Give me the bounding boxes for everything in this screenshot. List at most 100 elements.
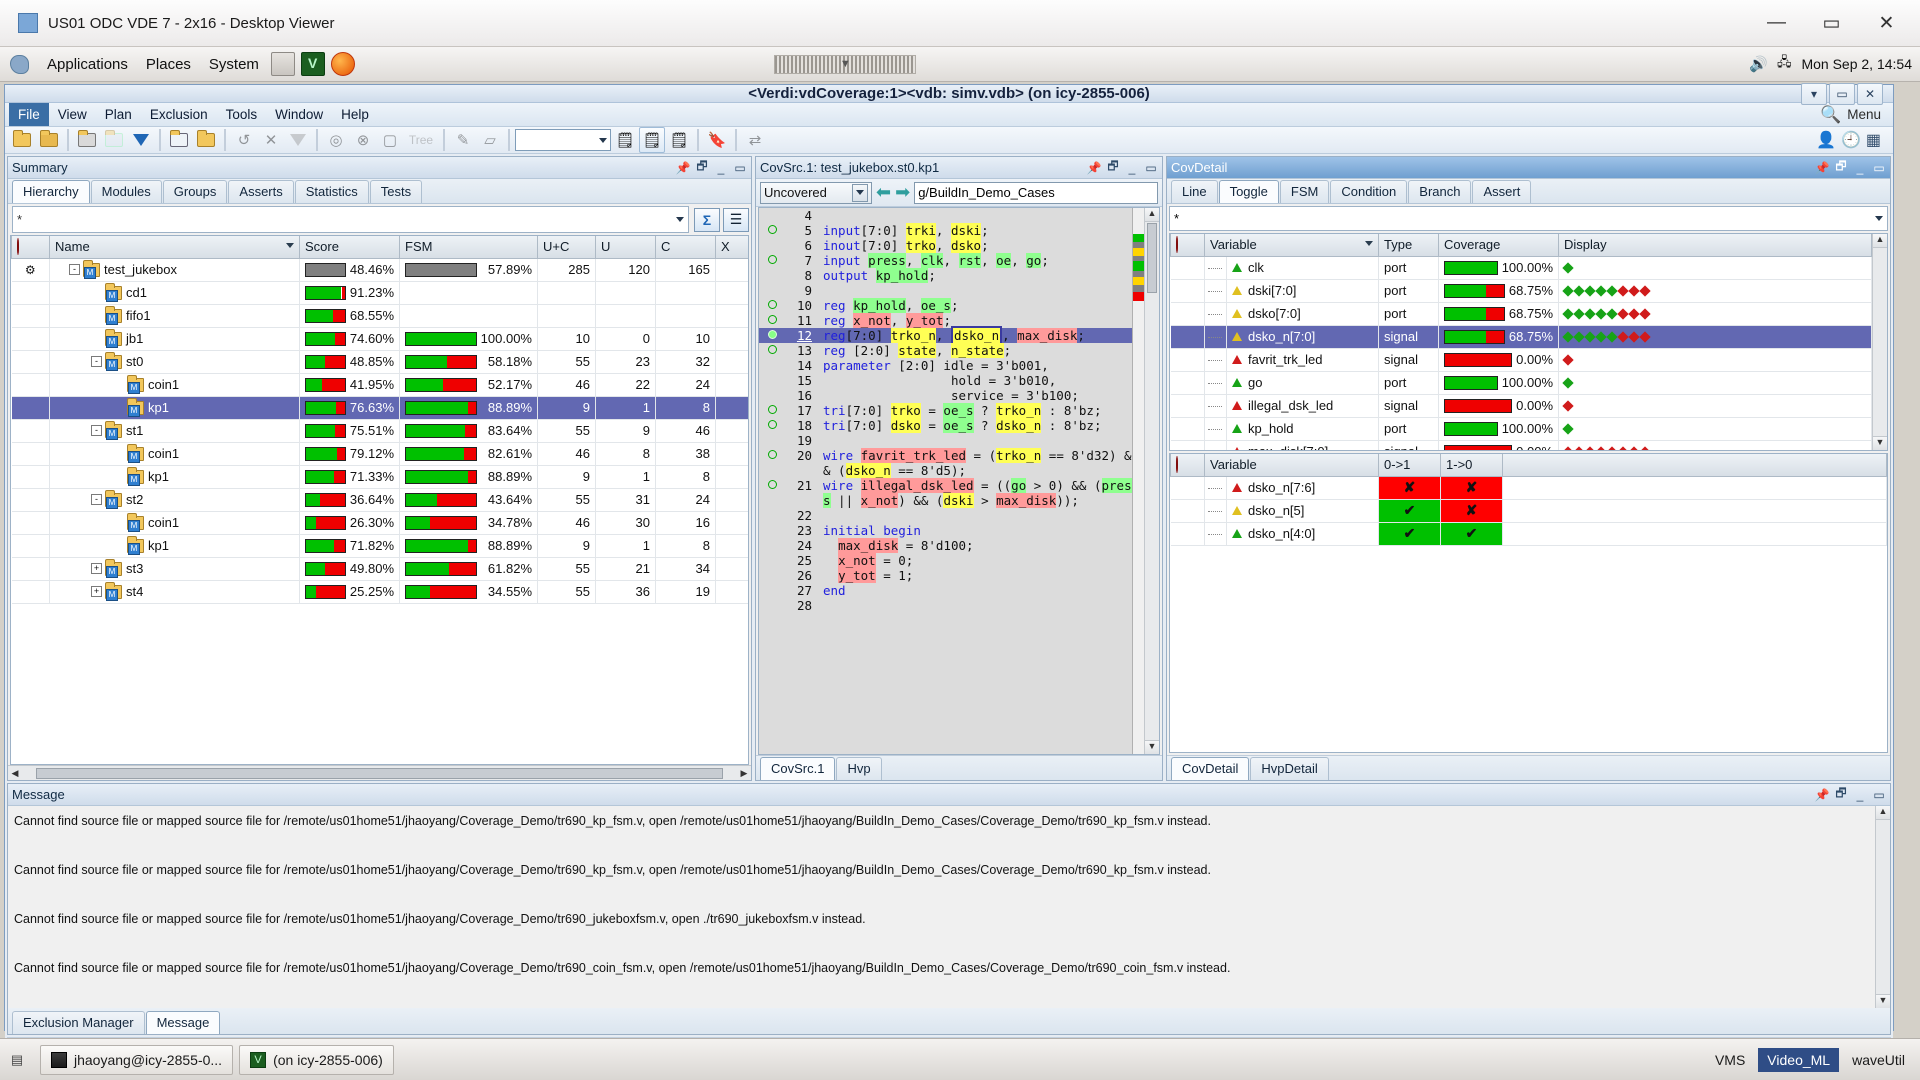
- add-report-icon[interactable]: 🗒: [639, 127, 665, 153]
- row-exclusion-cell[interactable]: [1170, 522, 1205, 546]
- coverage-marker-icon[interactable]: [767, 255, 777, 264]
- row-name-cell[interactable]: + st3: [49, 557, 300, 581]
- row-variable-cell[interactable]: max_disk[7:0]: [1226, 440, 1380, 450]
- cut-filter-icon[interactable]: [285, 127, 311, 153]
- table-row[interactable]: dsko_n[7:0] signal 68.75%: [1170, 325, 1872, 349]
- row-exclusion-cell[interactable]: [11, 373, 50, 397]
- tab-branch[interactable]: Branch: [1408, 180, 1472, 203]
- source-line[interactable]: 12 reg[7:0] trko_n, dsko_n, max_disk;: [759, 326, 1132, 345]
- line-coverage-indicator[interactable]: [759, 583, 785, 598]
- tree-expander-icon[interactable]: +: [91, 586, 102, 597]
- table-row[interactable]: - st0 48.85% 58.18% 552332: [11, 350, 748, 374]
- source-line[interactable]: 7 input press, clk, rst, oe, go;: [759, 253, 1132, 268]
- maximize-icon[interactable]: ▭: [1144, 161, 1158, 175]
- tab-assert[interactable]: Assert: [1472, 180, 1532, 203]
- tree-toggle-button[interactable]: ▢: [377, 127, 403, 153]
- summary-horizontal-scrollbar[interactable]: ◀ ▶: [8, 765, 751, 780]
- gear-icon[interactable]: ⚙: [25, 263, 36, 277]
- message-line[interactable]: Cannot find source file or mapped source…: [14, 812, 1869, 861]
- coverage-marker-icon[interactable]: [767, 300, 777, 309]
- col-fsm[interactable]: FSM: [399, 236, 538, 259]
- tab-tests[interactable]: Tests: [369, 180, 423, 203]
- tree-expander-icon[interactable]: -: [91, 356, 102, 367]
- transition-1-to-0-cell[interactable]: ✔: [1440, 522, 1504, 546]
- transition-1-to-0-cell[interactable]: ✘: [1440, 476, 1504, 500]
- message-line[interactable]: Cannot find source file or mapped source…: [14, 861, 1869, 910]
- menu-exclusion[interactable]: Exclusion: [141, 103, 217, 126]
- row-name-cell[interactable]: coin1: [49, 373, 300, 397]
- coverage-marker-icon[interactable]: [767, 480, 777, 489]
- row-name-cell[interactable]: - test_jukebox: [49, 258, 300, 282]
- menu-help[interactable]: Help: [332, 103, 378, 126]
- source-line[interactable]: 17 tri[7:0] trko = oe_s ? trko_n : 8'bz;: [759, 403, 1132, 418]
- source-line[interactable]: 4: [759, 208, 1132, 223]
- tab-hvp[interactable]: Hvp: [836, 757, 882, 780]
- coverage-marker-icon[interactable]: [767, 330, 777, 339]
- sync-icon[interactable]: ⇄: [742, 127, 768, 153]
- source-line[interactable]: 22: [759, 508, 1132, 523]
- table-row[interactable]: dsko_n[5] ✔ ✘: [1170, 499, 1887, 523]
- report-icon[interactable]: 🗒: [612, 127, 638, 153]
- table-row[interactable]: dsko[7:0] port 68.75%: [1170, 302, 1872, 326]
- message-list[interactable]: Cannot find source file or mapped source…: [8, 806, 1875, 1008]
- row-variable-cell[interactable]: dsko_n[7:0]: [1226, 325, 1380, 349]
- check-circle-icon[interactable]: ◎: [323, 127, 349, 153]
- col-one-to-zero[interactable]: 1->0: [1440, 454, 1504, 477]
- source-line[interactable]: 10 reg kp_hold, oe_s;: [759, 298, 1132, 313]
- source-code-area[interactable]: 4 5 input[7:0] trki, dski; 6 inout[7:0] trko…: [758, 207, 1160, 755]
- line-coverage-indicator[interactable]: [759, 238, 785, 253]
- scroll-down-icon[interactable]: ▼: [1873, 436, 1887, 450]
- gnome-menu-places[interactable]: Places: [137, 53, 200, 76]
- row-exclusion-cell[interactable]: [11, 511, 50, 535]
- source-line[interactable]: 6 inout[7:0] trko, dsko;: [759, 238, 1132, 253]
- terminal-icon[interactable]: [270, 52, 295, 76]
- line-coverage-indicator[interactable]: [759, 328, 785, 343]
- source-line[interactable]: 20 wire favrit_trk_led = (trko_n == 8'd32…: [759, 448, 1132, 478]
- filter-report-icon[interactable]: 🗒: [666, 127, 692, 153]
- line-coverage-indicator[interactable]: [759, 448, 785, 478]
- coverage-minimap[interactable]: [1132, 208, 1144, 754]
- minimize-icon[interactable]: _: [1853, 161, 1867, 175]
- row-exclusion-cell[interactable]: [11, 281, 50, 305]
- table-row[interactable]: - st1 75.51% 83.64% 55946: [11, 419, 748, 443]
- row-exclusion-cell[interactable]: [11, 580, 50, 604]
- coverage-marker-icon[interactable]: [767, 420, 777, 429]
- source-line[interactable]: 11 reg x_not, y_tot;: [759, 313, 1132, 328]
- scroll-up-icon[interactable]: ▲: [1876, 806, 1890, 820]
- row-exclusion-cell[interactable]: [1170, 371, 1205, 395]
- row-name-cell[interactable]: + st4: [49, 580, 300, 604]
- grid-menu-icon[interactable]: ▦: [1866, 130, 1881, 150]
- col-variable[interactable]: Variable: [1203, 454, 1380, 477]
- annotate-icon[interactable]: ✎: [450, 127, 476, 153]
- source-line[interactable]: 19: [759, 433, 1132, 448]
- row-exclusion-cell[interactable]: [1170, 476, 1205, 500]
- tab-message[interactable]: Message: [145, 1011, 221, 1034]
- coverage-marker-icon[interactable]: [767, 315, 777, 324]
- taskbar-item-terminal[interactable]: jhaoyang@icy-2855-0...: [40, 1044, 234, 1075]
- menu-view[interactable]: View: [49, 103, 96, 126]
- covdetail-filter-input[interactable]: *: [1169, 206, 1888, 231]
- source-line[interactable]: 8 output kp_hold;: [759, 268, 1132, 283]
- filter-exclusion-icon[interactable]: [128, 127, 154, 153]
- user-icon[interactable]: 👤: [1816, 130, 1836, 150]
- taskbar-item-verdi[interactable]: V (on icy-2855-006): [239, 1044, 394, 1075]
- source-line[interactable]: 23 initial begin: [759, 523, 1132, 538]
- line-coverage-indicator[interactable]: [759, 388, 785, 403]
- tab-exclusion-manager[interactable]: Exclusion Manager: [12, 1011, 145, 1034]
- vnc-close-button[interactable]: ✕: [1859, 0, 1914, 46]
- scroll-up-icon[interactable]: ▲: [1145, 208, 1159, 222]
- remove-exclusion-button[interactable]: [74, 127, 100, 153]
- line-coverage-indicator[interactable]: [759, 598, 785, 613]
- delete-button[interactable]: ✕: [258, 127, 284, 153]
- table-row[interactable]: dski[7:0] port 68.75%: [1170, 279, 1872, 303]
- undock-icon[interactable]: 🗗: [1834, 159, 1848, 175]
- scrollbar-thumb[interactable]: [36, 767, 723, 779]
- line-coverage-indicator[interactable]: [759, 208, 785, 223]
- row-exclusion-cell[interactable]: [1170, 279, 1205, 303]
- network-icon[interactable]: 🖧: [1777, 53, 1792, 75]
- open-folder-button[interactable]: [9, 127, 35, 153]
- col-score[interactable]: Score: [299, 236, 400, 259]
- line-coverage-indicator[interactable]: [759, 358, 785, 373]
- col-display[interactable]: Display: [1558, 234, 1872, 257]
- source-vertical-scrollbar[interactable]: ▲ ▼: [1144, 208, 1159, 754]
